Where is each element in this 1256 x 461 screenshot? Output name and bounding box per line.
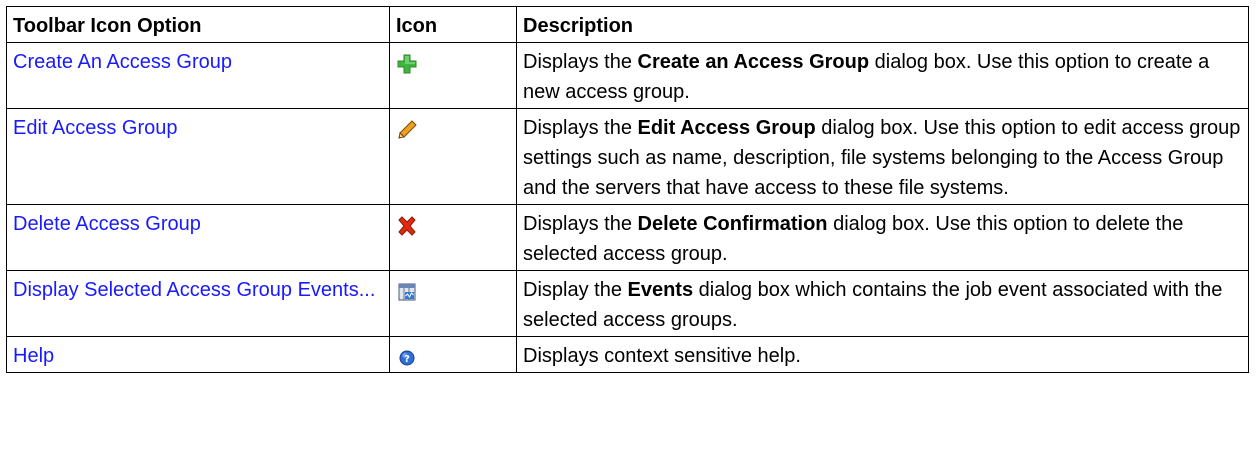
icon-cell <box>389 108 517 205</box>
option-cell: Create An Access Group <box>6 42 390 109</box>
description-prefix: Display the <box>523 279 628 301</box>
description-bold: Create an Access Group <box>637 51 870 73</box>
description-bold: Edit Access Group <box>637 117 816 139</box>
edit-access-group-link[interactable]: Edit Access Group <box>13 117 178 139</box>
display-events-link[interactable]: Display Selected Access Group Events... <box>13 279 375 301</box>
table-header-row: Toolbar Icon Option Icon Description <box>6 6 1249 43</box>
description-prefix: Displays the <box>523 213 638 235</box>
description-cell: Display the Events dialog box which cont… <box>516 270 1249 337</box>
description-cell: Displays the Edit Access Group dialog bo… <box>516 108 1249 205</box>
option-cell: Display Selected Access Group Events... <box>6 270 390 337</box>
description-bold: Events <box>627 279 694 301</box>
table-row: Display Selected Access Group Events... … <box>6 270 1249 337</box>
header-option: Toolbar Icon Option <box>6 6 390 43</box>
table-row: Edit Access Group Displays the Edit Acce… <box>6 108 1249 205</box>
events-icon <box>396 281 418 303</box>
description-prefix: Displays the <box>523 117 638 139</box>
icon-cell: ? <box>389 336 517 373</box>
option-cell: Edit Access Group <box>6 108 390 205</box>
table-row: Delete Access Group Displays the Delete … <box>6 204 1249 271</box>
help-link[interactable]: Help <box>13 345 54 367</box>
create-access-group-link[interactable]: Create An Access Group <box>13 51 232 73</box>
description-prefix: Displays the <box>523 51 638 73</box>
pencil-edit-icon <box>396 119 418 141</box>
description-bold: Delete Confirmation <box>637 213 828 235</box>
help-icon: ? <box>396 347 418 369</box>
toolbar-options-table: Toolbar Icon Option Icon Description Cre… <box>6 6 1249 373</box>
add-plus-icon <box>396 53 418 75</box>
header-icon: Icon <box>389 6 517 43</box>
svg-text:?: ? <box>404 354 410 365</box>
option-cell: Delete Access Group <box>6 204 390 271</box>
table-row: Help ? Displays context sensitive help. <box>6 336 1249 373</box>
delete-x-icon <box>396 215 418 237</box>
description-prefix: Displays context sensitive help. <box>523 345 801 367</box>
icon-cell <box>389 270 517 337</box>
description-cell: Displays the Delete Confirmation dialog … <box>516 204 1249 271</box>
description-cell: Displays the Create an Access Group dial… <box>516 42 1249 109</box>
option-cell: Help <box>6 336 390 373</box>
delete-access-group-link[interactable]: Delete Access Group <box>13 213 201 235</box>
table-row: Create An Access Group Displays the Crea… <box>6 42 1249 109</box>
icon-cell <box>389 42 517 109</box>
icon-cell <box>389 204 517 271</box>
description-cell: Displays context sensitive help. <box>516 336 1249 373</box>
header-description: Description <box>516 6 1249 43</box>
